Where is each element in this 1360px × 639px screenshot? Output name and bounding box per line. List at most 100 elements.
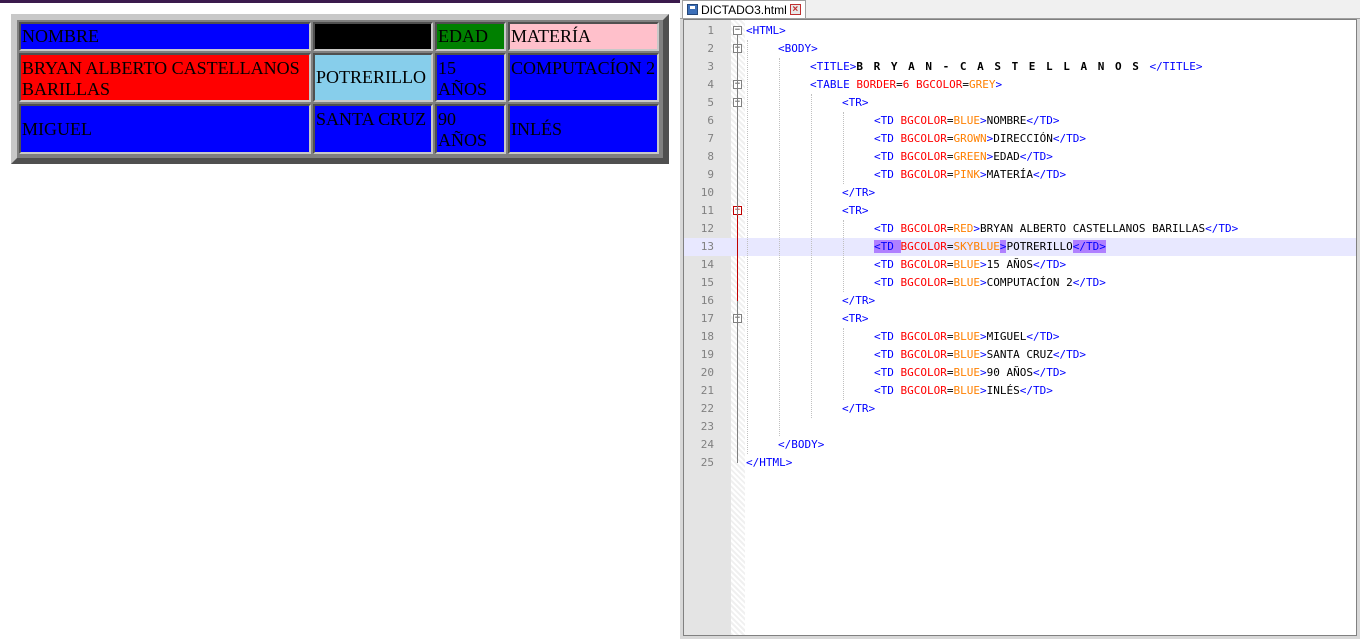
code-token: <TD bbox=[874, 240, 901, 253]
code-line[interactable]: 22 </TR> bbox=[684, 400, 1356, 418]
code-token: </TD> bbox=[1072, 276, 1106, 289]
table-cell: EDAD bbox=[435, 22, 506, 51]
code-token: BGCOLOR bbox=[900, 348, 947, 361]
table-cell: MIGUEL bbox=[19, 104, 311, 154]
code-text: <BODY> bbox=[778, 40, 818, 58]
line-number: 8 bbox=[707, 150, 714, 163]
code-line[interactable]: 7 <TD BGCOLOR=GROWN>DIRECCIÓN</TD> bbox=[684, 130, 1356, 148]
code-token: PINK bbox=[953, 168, 980, 181]
code-text: <TD BGCOLOR=PINK>MATERÍA</TD> bbox=[874, 166, 1066, 184]
code-token: </TITLE> bbox=[1149, 60, 1203, 73]
table-cell: POTRERILLO bbox=[313, 53, 433, 102]
code-token: BORDER bbox=[856, 78, 897, 91]
line-number: 10 bbox=[700, 186, 714, 199]
code-text: </TR> bbox=[842, 400, 875, 418]
code-line[interactable]: 3 <TITLE>B R Y A N - C A S T E L L A N O … bbox=[684, 58, 1356, 76]
code-token: BLUE bbox=[953, 348, 980, 361]
code-line[interactable]: 17−<TR> bbox=[684, 310, 1356, 328]
code-text: </HTML> bbox=[746, 454, 792, 472]
code-token: RED bbox=[953, 222, 974, 235]
code-line[interactable]: 9 <TD BGCOLOR=PINK>MATERÍA</TD> bbox=[684, 166, 1356, 184]
code-text: <TR> bbox=[842, 310, 869, 328]
code-line[interactable]: 2−<BODY> bbox=[684, 40, 1356, 58]
code-token: > bbox=[995, 78, 1003, 91]
code-text: <TD BGCOLOR=SKYBLUE>POTRERILLO</TD> bbox=[874, 238, 1106, 256]
line-number: 9 bbox=[707, 168, 714, 181]
indent-guide bbox=[843, 328, 844, 400]
code-line[interactable]: 6 <TD BGCOLOR=BLUE>NOMBRE</TD> bbox=[684, 112, 1356, 130]
code-text: <TD BGCOLOR=BLUE>SANTA CRUZ</TD> bbox=[874, 346, 1086, 364]
code-line[interactable]: 8 <TD BGCOLOR=GREEN>EDAD</TD> bbox=[684, 148, 1356, 166]
code-token: </TD> bbox=[1072, 240, 1106, 253]
code-line[interactable]: 25 </HTML> bbox=[684, 454, 1356, 472]
code-line[interactable]: 21 <TD BGCOLOR=BLUE>INLÉS</TD> bbox=[684, 382, 1356, 400]
line-number: 2 bbox=[707, 42, 714, 55]
code-token: NOMBRE bbox=[986, 114, 1027, 127]
code-line[interactable]: 19 <TD BGCOLOR=BLUE>SANTA CRUZ</TD> bbox=[684, 346, 1356, 364]
code-line[interactable]: 1 − <HTML> bbox=[684, 22, 1356, 40]
line-number: 24 bbox=[700, 438, 714, 451]
code-token: BGCOLOR bbox=[900, 168, 947, 181]
line-number: 15 bbox=[700, 276, 714, 289]
line-number: 21 bbox=[700, 384, 714, 397]
code-token: B R Y A N - C A S T E L L A N O S bbox=[856, 60, 1150, 73]
save-icon bbox=[687, 4, 698, 15]
code-line[interactable]: 16 </TR> bbox=[684, 292, 1356, 310]
code-token: BGCOLOR bbox=[900, 240, 947, 253]
code-line[interactable]: 4−<TABLE BORDER=6 BGCOLOR=GREY> bbox=[684, 76, 1356, 94]
code-text-area[interactable]: 1 −<HTML> 2−<BODY> 3 <TITLE>B R Y A N - C A … bbox=[683, 19, 1357, 636]
code-token: > bbox=[979, 330, 987, 343]
code-token: </TD> bbox=[1019, 150, 1053, 163]
line-number: 22 bbox=[700, 402, 714, 415]
table-cell: 15 AÑOS bbox=[435, 53, 506, 102]
code-line[interactable]: 10 </TR> bbox=[684, 184, 1356, 202]
indent-guide bbox=[811, 94, 812, 418]
code-line[interactable]: 5−<TR> bbox=[684, 94, 1356, 112]
code-token: <TABLE bbox=[810, 78, 857, 91]
code-line[interactable]: 23 bbox=[684, 418, 1356, 436]
code-token: <HTML> bbox=[746, 24, 786, 37]
code-token: </TD> bbox=[1019, 384, 1053, 397]
line-number: 5 bbox=[707, 96, 714, 109]
code-token: </TD> bbox=[1052, 132, 1086, 145]
code-token: <TR> bbox=[842, 204, 869, 217]
code-line[interactable]: 12 <TD BGCOLOR=RED>BRYAN ALBERTO CASTELLA… bbox=[684, 220, 1356, 238]
code-token: <TR> bbox=[842, 312, 869, 325]
code-line[interactable]: 15 <TD BGCOLOR=BLUE>COMPUTACÍON 2</TD> bbox=[684, 274, 1356, 292]
code-line[interactable]: 18 <TD BGCOLOR=BLUE>MIGUEL</TD> bbox=[684, 328, 1356, 346]
code-text: <TR> bbox=[842, 202, 869, 220]
line-number: 18 bbox=[700, 330, 714, 343]
code-token: <TD bbox=[874, 114, 901, 127]
code-token: </TD> bbox=[1032, 168, 1067, 181]
code-token: DIRECCIÓN bbox=[993, 132, 1053, 145]
code-token: <TD bbox=[874, 258, 901, 271]
tab-bar: DICTADO3.html × bbox=[680, 0, 1360, 19]
tab-dictado3[interactable]: DICTADO3.html × bbox=[682, 0, 806, 18]
close-icon[interactable]: × bbox=[789, 4, 801, 15]
code-token: > bbox=[979, 276, 987, 289]
table-cell: COMPUTACÍON 2 bbox=[508, 53, 659, 102]
fold-toggle-icon[interactable]: − bbox=[733, 26, 742, 35]
code-line[interactable]: 13 <TD BGCOLOR=SKYBLUE>POTRERILLO</TD> bbox=[684, 238, 1356, 256]
code-token: BGCOLOR bbox=[900, 366, 947, 379]
code-text: <TD BGCOLOR=GREEN>EDAD</TD> bbox=[874, 148, 1053, 166]
code-token: > bbox=[979, 348, 987, 361]
code-line[interactable]: 14 <TD BGCOLOR=BLUE>15 AÑOS</TD> bbox=[684, 256, 1356, 274]
code-line[interactable]: 11−<TR> bbox=[684, 202, 1356, 220]
code-token: > bbox=[979, 366, 987, 379]
code-token: MIGUEL bbox=[986, 330, 1027, 343]
code-text: <TD BGCOLOR=BLUE>90 AÑOS</TD> bbox=[874, 364, 1066, 382]
code-token: </TD> bbox=[1026, 114, 1060, 127]
code-line[interactable]: 20 <TD BGCOLOR=BLUE>90 AÑOS</TD> bbox=[684, 364, 1356, 382]
code-token: </TD> bbox=[1026, 330, 1060, 343]
code-text: <TABLE BORDER=6 BGCOLOR=GREY> bbox=[810, 76, 1002, 94]
code-text: <TD BGCOLOR=GROWN>DIRECCIÓN</TD> bbox=[874, 130, 1086, 148]
line-number: 7 bbox=[707, 132, 714, 145]
code-token: <TD bbox=[874, 222, 901, 235]
code-token: BLUE bbox=[953, 330, 980, 343]
code-token: <TR> bbox=[842, 96, 869, 109]
window-top-bar bbox=[0, 0, 680, 3]
code-line[interactable]: 24 </BODY> bbox=[684, 436, 1356, 454]
code-token: BLUE bbox=[953, 114, 980, 127]
table-cell: MATERÍA bbox=[508, 22, 659, 51]
